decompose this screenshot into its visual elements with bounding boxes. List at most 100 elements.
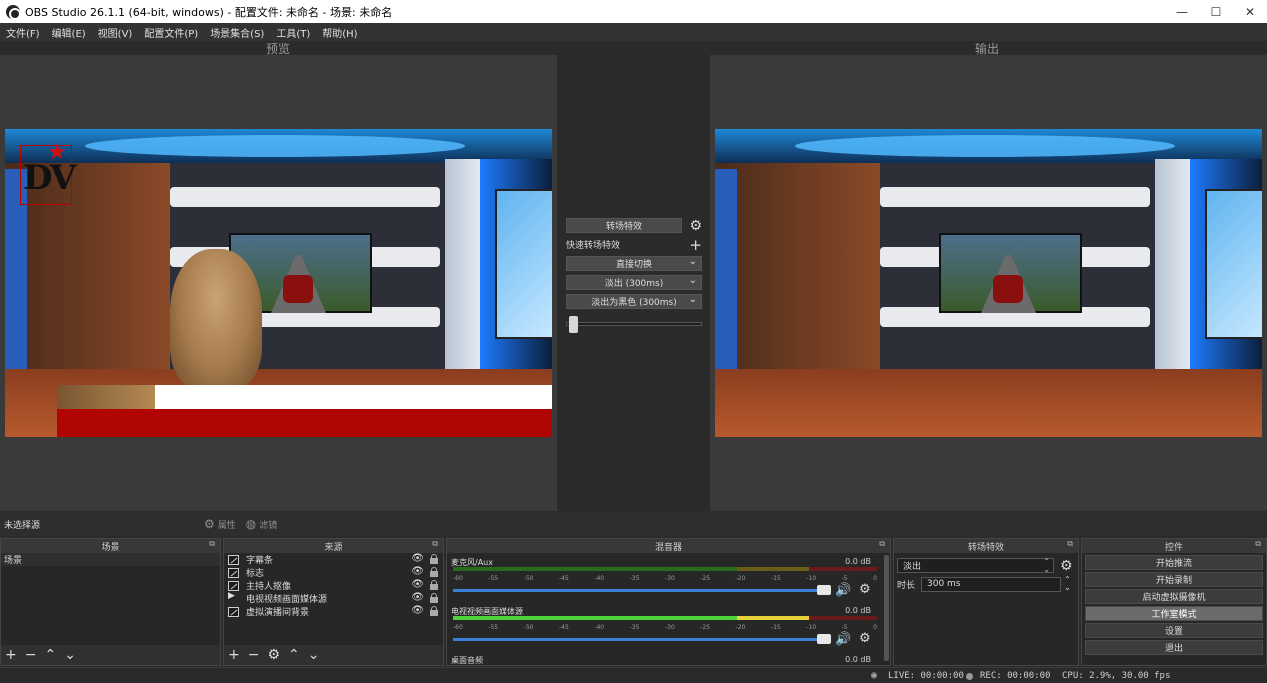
chevron-down-icon[interactable]: ⌄	[689, 294, 697, 305]
eye-icon[interactable]: 👁	[411, 605, 424, 616]
mixer-channel-mic: 麦克风/Aux 0.0 dB -60 -55 -50 -45 -40 -35 -30 -25-…	[451, 557, 877, 603]
channel-db: 0.0 dB	[845, 557, 871, 566]
source-name: 标志	[246, 569, 265, 579]
menu-edit[interactable]: 编辑(E)	[46, 25, 92, 40]
gear-icon[interactable]: ⚙	[267, 647, 280, 663]
tbar-track[interactable]	[566, 322, 702, 326]
wood-panel	[715, 163, 880, 393]
float-icon[interactable]: ⧉	[1067, 539, 1073, 549]
source-toolbar: 未选择源 ⚙ 属性 ◍ 滤镜	[0, 512, 1267, 536]
volume-slider-handle[interactable]	[817, 585, 831, 595]
maximize-button[interactable]: ☐	[1199, 5, 1233, 19]
start-virtual-camera-button[interactable]: 启动虚拟摄像机	[1085, 589, 1263, 604]
record-dot-icon	[966, 673, 973, 680]
move-down-icon[interactable]: ⌄	[64, 647, 76, 663]
menu-profile[interactable]: 配置文件(P)	[138, 25, 204, 40]
remove-icon[interactable]: −	[248, 647, 260, 663]
transition-button[interactable]: 转场特效	[566, 218, 682, 233]
spin-arrows-icon[interactable]: ⌃ ⌄	[1043, 558, 1050, 574]
float-icon[interactable]: ⧉	[209, 539, 215, 549]
host-keyed-image	[170, 249, 262, 389]
menu-help[interactable]: 帮助(H)	[316, 25, 363, 40]
gear-icon[interactable]: ⚙	[1060, 559, 1073, 573]
lock-icon[interactable]	[430, 593, 438, 603]
float-icon[interactable]: ⧉	[879, 539, 885, 549]
filters-button[interactable]: ◍ 滤镜	[246, 517, 278, 531]
transition-select[interactable]: 淡出 ⌃ ⌄	[897, 558, 1054, 574]
scene-item[interactable]: 场景	[1, 553, 220, 566]
tick-label: -40	[594, 624, 605, 631]
source-item[interactable]: 标志 👁	[224, 566, 443, 579]
tick-label: -15	[770, 624, 781, 631]
filter-icon: ◍	[245, 517, 257, 531]
tick-label: -55	[488, 624, 499, 631]
add-icon[interactable]: +	[228, 647, 240, 663]
close-button[interactable]: ✕	[1233, 5, 1267, 19]
studio-mode-button[interactable]: 工作室模式	[1085, 606, 1263, 621]
start-recording-button[interactable]: 开始录制	[1085, 572, 1263, 587]
minimize-button[interactable]: —	[1165, 5, 1199, 19]
start-streaming-button[interactable]: 开始推流	[1085, 555, 1263, 570]
move-up-icon[interactable]: ⌃	[44, 647, 56, 663]
add-quick-transition-icon[interactable]: +	[689, 237, 702, 252]
program-canvas	[715, 129, 1262, 437]
mixer-scrollbar[interactable]	[884, 555, 889, 661]
menu-tools[interactable]: 工具(T)	[270, 25, 316, 40]
eye-icon[interactable]: 👁	[411, 566, 424, 577]
gear-icon[interactable]: ⚙	[689, 219, 702, 233]
mixer-title: 混音器	[654, 542, 682, 553]
volume-slider-handle[interactable]	[817, 634, 831, 644]
gear-icon[interactable]: ⚙	[859, 631, 871, 646]
studio-pillar	[1155, 159, 1195, 389]
chevron-down-icon[interactable]: ⌄	[689, 275, 697, 286]
spin-arrows-icon[interactable]: ⌃ ⌄	[1064, 576, 1071, 592]
blue-light	[715, 169, 737, 399]
move-down-icon[interactable]: ⌄	[308, 647, 320, 663]
transition-row: 转场特效 ⚙	[566, 218, 702, 233]
remove-icon[interactable]: −	[25, 647, 37, 663]
ceiling-light	[85, 135, 465, 157]
preview-canvas[interactable]: ★ DV	[5, 129, 552, 437]
volume-meter	[453, 567, 877, 571]
ceiling-light	[795, 135, 1175, 157]
settings-button[interactable]: 设置	[1085, 623, 1263, 638]
source-item[interactable]: 主持人抠像 👁	[224, 579, 443, 592]
eye-icon[interactable]: 👁	[411, 579, 424, 590]
menu-bar: 文件(F) 编辑(E) 视图(V) 配置文件(P) 场景集合(S) 工具(T) …	[0, 23, 1267, 41]
lock-icon[interactable]	[430, 606, 438, 616]
scenes-title: 场景	[101, 542, 120, 553]
menu-file[interactable]: 文件(F)	[0, 25, 46, 40]
quick-transition-cut[interactable]: 直接切换 ⌄	[566, 256, 702, 271]
source-item[interactable]: 虚拟演播间背景 👁	[224, 605, 443, 618]
tbar-handle[interactable]	[568, 316, 578, 333]
properties-button[interactable]: ⚙ 属性	[204, 517, 236, 531]
exit-button[interactable]: 退出	[1085, 640, 1263, 655]
speaker-icon[interactable]: 🔊	[835, 583, 851, 598]
title-bar: OBS Studio 26.1.1 (64-bit, windows) - 配置…	[0, 0, 1267, 23]
lock-icon[interactable]	[430, 554, 438, 564]
menu-view[interactable]: 视图(V)	[92, 25, 139, 40]
float-icon[interactable]: ⧉	[1255, 539, 1261, 549]
eye-icon[interactable]: 👁	[411, 553, 424, 564]
lock-icon[interactable]	[430, 567, 438, 577]
tick-label: -60	[453, 624, 463, 631]
scenes-dock-header: 场景 ⧉	[1, 539, 220, 553]
speaker-icon[interactable]: 🔊	[835, 632, 851, 647]
tick-label: -60	[453, 575, 463, 582]
move-up-icon[interactable]: ⌃	[288, 647, 300, 663]
float-icon[interactable]: ⧉	[432, 539, 438, 549]
eye-icon[interactable]: 👁	[411, 592, 424, 603]
source-item[interactable]: 字幕条 👁	[224, 553, 443, 566]
menu-scene-collection[interactable]: 场景集合(S)	[204, 25, 270, 40]
chevron-down-icon[interactable]: ⌄	[689, 256, 697, 267]
dv-logo-text: DV	[23, 158, 76, 198]
duration-input[interactable]: 300 ms	[921, 576, 1061, 592]
source-item[interactable]: 电视视频画面媒体源 👁	[224, 591, 443, 605]
volume-slider[interactable]	[453, 589, 829, 592]
quick-transition-fade[interactable]: 淡出 (300ms) ⌄	[566, 275, 702, 290]
gear-icon[interactable]: ⚙	[859, 582, 871, 597]
lock-icon[interactable]	[430, 580, 438, 590]
quick-transition-fade-black[interactable]: 淡出为黑色 (300ms) ⌄	[566, 294, 702, 309]
volume-slider[interactable]	[453, 638, 829, 641]
add-icon[interactable]: +	[5, 647, 17, 663]
